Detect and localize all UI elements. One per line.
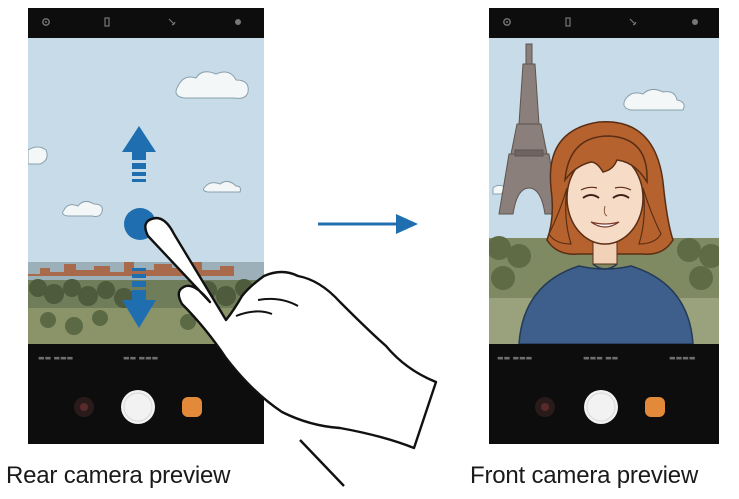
gesture-overlay	[122, 126, 438, 487]
swipe-up-arrow	[122, 126, 156, 182]
hand-icon	[144, 216, 438, 450]
caption-front-camera: Front camera preview	[470, 462, 699, 489]
swipe-down-arrow	[122, 268, 156, 328]
transition-arrow-right	[318, 214, 418, 234]
caption-rear-camera: Rear camera preview	[6, 462, 231, 489]
